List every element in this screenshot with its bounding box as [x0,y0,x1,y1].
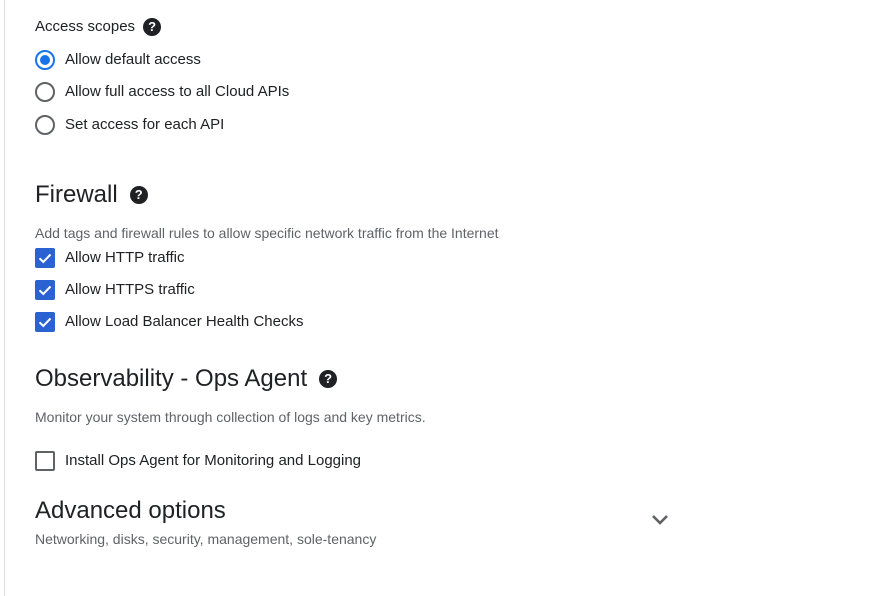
checkbox-checked[interactable] [35,280,55,300]
firewall-heading: Firewall ? [35,180,148,210]
radio-button-selected[interactable] [35,50,55,70]
observability-heading: Observability - Ops Agent ? [35,364,338,394]
advanced-options-description: Networking, disks, security, management,… [35,531,377,547]
radio-label: Set access for each API [65,116,225,133]
checkmark-icon [38,317,52,328]
checkbox-checked[interactable] [35,312,55,332]
checkbox-allow-lb-health-checks[interactable]: Allow Load Balancer Health Checks [35,311,303,333]
access-scopes-label: Access scopes [35,18,136,35]
help-icon[interactable]: ? [319,370,338,388]
checkbox-label: Allow Load Balancer Health Checks [65,313,304,330]
observability-description: Monitor your system through collection o… [35,409,426,425]
checkbox-allow-http[interactable]: Allow HTTP traffic [35,247,184,269]
checkbox-label: Allow HTTP traffic [65,249,185,266]
radio-set-access-each-api[interactable]: Set access for each API [35,114,224,136]
checkmark-icon [38,253,52,264]
checkbox-label: Allow HTTPS traffic [65,281,195,298]
section-title: Firewall [35,181,118,208]
radio-button[interactable] [35,115,55,135]
firewall-description: Add tags and firewall rules to allow spe… [35,225,499,241]
section-title[interactable]: Advanced options [35,496,226,526]
help-icon[interactable]: ? [129,186,148,204]
checkbox-checked[interactable] [35,248,55,268]
access-scopes-heading: Access scopes ? [35,17,162,37]
page: Access scopes ? Allow default access All… [0,0,874,596]
checkbox-label: Install Ops Agent for Monitoring and Log… [65,452,362,469]
advanced-options-heading[interactable]: Advanced options [35,496,226,526]
panel-divider [4,0,5,596]
help-icon[interactable]: ? [143,18,162,36]
chevron-down-icon[interactable] [648,508,672,532]
checkmark-icon [38,285,52,296]
checkbox-unchecked[interactable] [35,451,55,471]
radio-allow-default-access[interactable]: Allow default access [35,49,201,71]
radio-allow-full-access[interactable]: Allow full access to all Cloud APIs [35,81,289,103]
section-title: Observability - Ops Agent [35,365,308,392]
radio-label: Allow default access [65,51,201,68]
checkbox-install-ops-agent[interactable]: Install Ops Agent for Monitoring and Log… [35,450,361,472]
radio-button[interactable] [35,82,55,102]
checkbox-allow-https[interactable]: Allow HTTPS traffic [35,279,195,301]
radio-label: Allow full access to all Cloud APIs [65,83,290,100]
